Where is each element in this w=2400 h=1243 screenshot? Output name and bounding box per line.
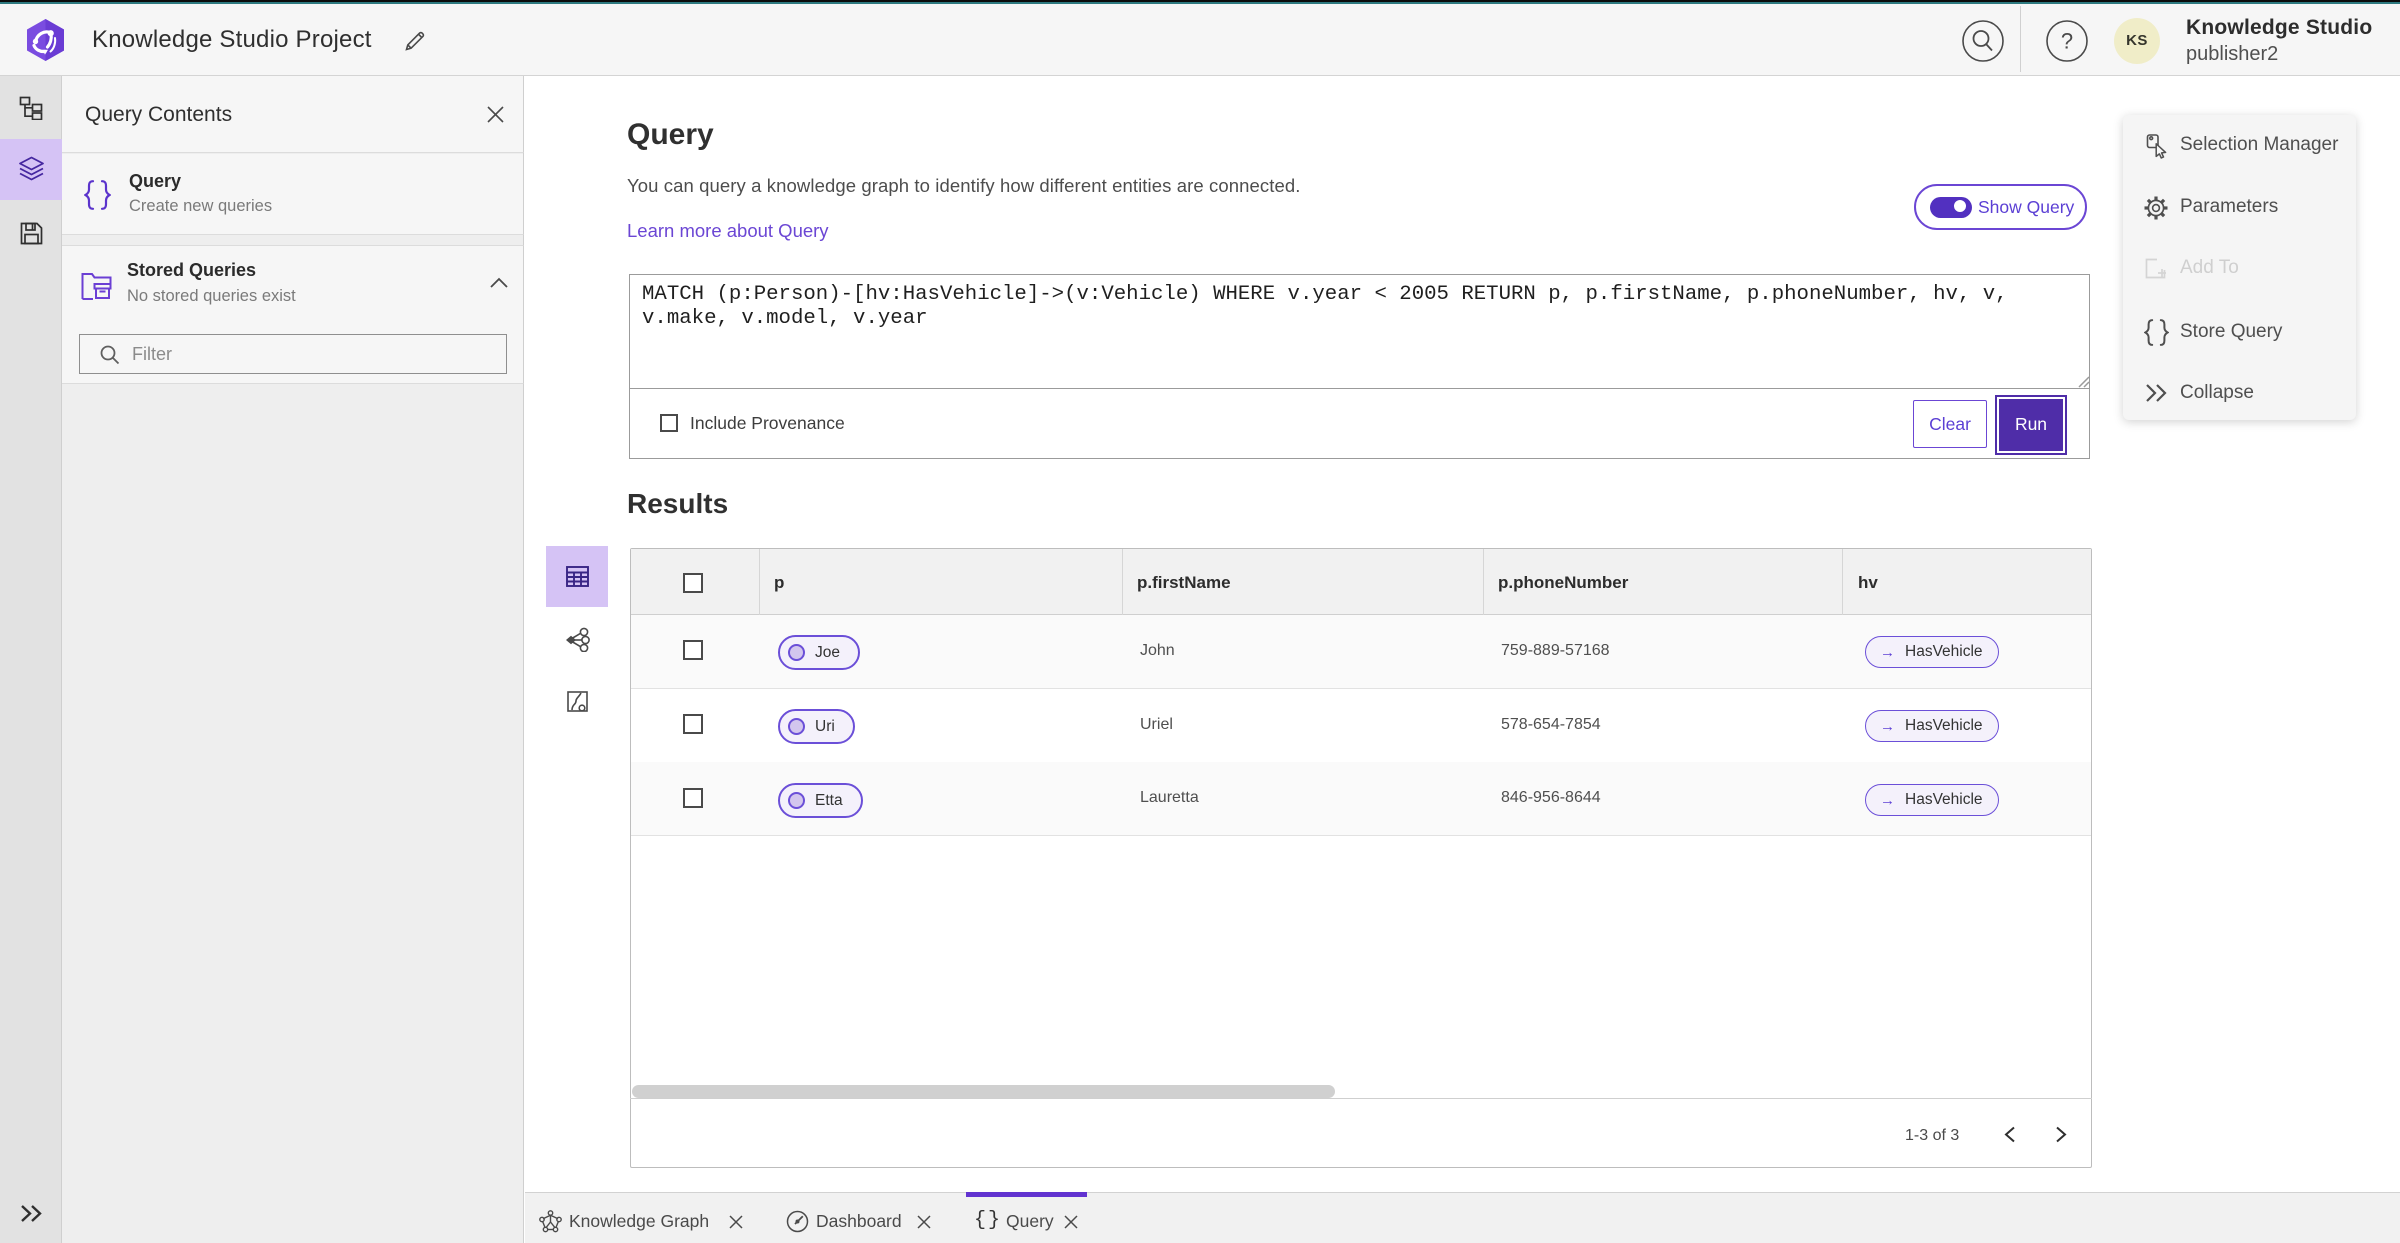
svg-text:?: ? bbox=[2061, 29, 2073, 54]
